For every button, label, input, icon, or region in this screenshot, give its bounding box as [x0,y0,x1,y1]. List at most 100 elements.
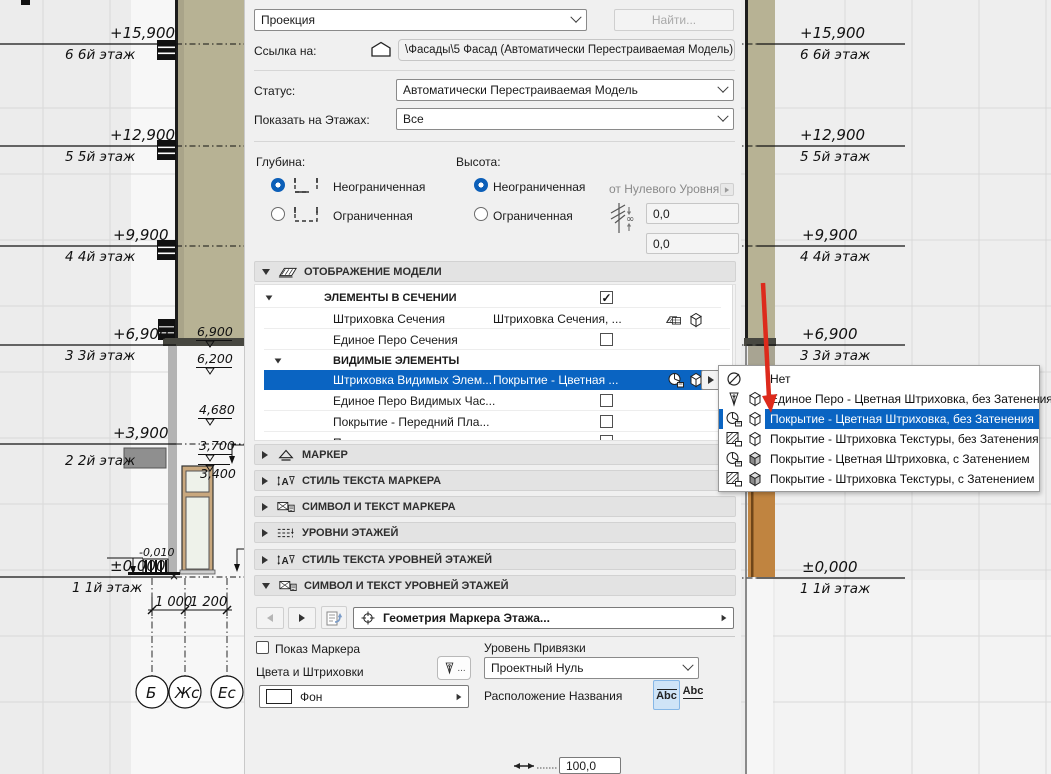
cube-outline-icon [746,390,764,408]
flyout-arrow-icon [724,186,730,193]
svg-text:+12,900: +12,900 [110,126,175,144]
cube-shaded-icon [746,450,764,468]
anchor-level-combo[interactable]: Проектный Нуль [484,657,699,679]
svg-text:5 5й этаж: 5 5й этаж [65,149,136,165]
background-fill-combo[interactable]: Фон [259,685,469,708]
cut-elements-header[interactable]: ЭЛЕМЕНТЫ В СЕЧЕНИИ [255,288,721,308]
collapsed-arrow-icon [262,476,268,485]
svg-text:+9,900: +9,900 [802,226,858,244]
svg-text:1 1й этаж: 1 1й этаж [800,581,871,597]
offset-bottom-field[interactable]: 0,0 [646,233,739,254]
depth-limited-label: Ограниченная [333,209,413,223]
status-value: Автоматически Перестраиваемая Модель [403,83,638,97]
section-marker-symbol-text[interactable]: СИМВОЛ И ТЕКСТ МАРКЕРА [254,496,736,517]
link-value-field[interactable]: \Фасады\5 Фасад (Автоматически Перестраи… [398,39,735,61]
svg-text:+6,900: +6,900 [802,325,858,343]
status-combo[interactable]: Автоматически Перестраиваемая Модель [396,79,734,101]
prev-page-button[interactable] [256,607,284,629]
marker-geometry-combo[interactable]: Геометрия Маркера Этажа... [353,607,734,629]
menu-item-none[interactable]: Нет [719,369,1039,389]
name-below-line-button[interactable]: Abc [653,680,680,710]
visible-uniform-pen-row[interactable]: Единое Перо Видимых Час... [264,391,730,411]
visible-uniform-pen-checkbox[interactable] [600,394,613,407]
expanded-arrow-icon [262,582,270,589]
transparency-checkbox[interactable] [600,435,613,440]
svg-text:3 3й этаж: 3 3й этаж [800,348,871,364]
section-marker[interactable]: МАРКЕР [254,444,736,465]
popup-arrow-icon [707,376,714,384]
cube-outline-icon [746,430,764,448]
chevron-down-icon [717,81,729,93]
marker-size-field[interactable]: 100,0 [559,757,621,774]
name-above-line-button[interactable]: Abc [680,679,706,707]
chevron-down-icon [717,110,729,122]
from-zero-flyout-button[interactable] [720,183,734,196]
svg-text:1 200: 1 200 [190,595,227,610]
show-on-stories-combo[interactable]: Все [396,108,734,130]
visible-elements-header[interactable]: ВИДИМЫЕ ЭЛЕМЕНТЫ [264,351,730,371]
section-marker-text-style[interactable]: СТИЛЬ ТЕКСТА МАРКЕРА [254,470,736,491]
svg-text:±0,000: ±0,000 [110,557,166,575]
building-icon [369,40,393,58]
svg-text:6,900: 6,900 [197,324,233,339]
depth-unlimited-radio[interactable] [271,178,285,192]
menu-item-surface-color-no-shadow[interactable]: Покрытие - Цветная Штриховка, без Затене… [719,409,1039,429]
transfer-settings-button[interactable] [321,606,347,629]
pen-icon [442,660,457,676]
depth-limited-radio[interactable] [271,207,285,221]
transparency-row[interactable]: Прозрачность [264,433,730,440]
model-display-icon [278,264,298,280]
svg-text:+12,900: +12,900 [800,126,865,144]
height-unlimited-radio[interactable] [474,178,488,192]
find-button[interactable]: Найти... [614,9,734,31]
menu-item-surface-texture-shadow[interactable]: Покрытие - Штриховка Текстуры, с Затенен… [719,469,1039,489]
offset-top-field[interactable]: 0,0 [646,203,739,224]
axis-bubble: Б [146,684,156,702]
depth-unlimited-label: Неограниченная [333,180,426,194]
background-fill-value: Фон [300,689,323,704]
visible-fill-row-selected[interactable]: Штриховка Видимых Элем... Покрытие - Цве… [264,370,710,390]
svg-text:6 6й этаж: 6 6й этаж [65,47,136,63]
chevron-down-icon [570,11,582,23]
svg-text:3,400: 3,400 [200,466,236,481]
view-type-combo[interactable]: Проекция [254,9,587,31]
cut-uniform-pen-row[interactable]: Единое Перо Сечения [264,330,730,350]
show-marker-checkbox[interactable] [256,641,269,654]
menu-item-surface-texture-no-shadow[interactable]: Покрытие - Штриховка Текстуры, без Затен… [719,429,1039,449]
section-story-text-style[interactable]: СТИЛЬ ТЕКСТА УРОВНЕЙ ЭТАЖЕЙ [254,549,736,570]
menu-item-surface-color-shadow[interactable]: Покрытие - Цветная Штриховка, с Затенени… [719,449,1039,469]
pie-brush-icon [723,409,745,429]
svg-text:2 2й этаж: 2 2й этаж [65,453,136,469]
height-limited-radio[interactable] [474,207,488,221]
height-label: Высота: [456,155,501,169]
height-limited-label: Ограниченная [493,209,573,223]
menu-item-uniform-pen[interactable]: Единое Перо - Цветная Штриховка, без Зат… [719,389,1051,409]
cut-elements-checkbox[interactable]: ✓ [600,291,613,304]
cut-uniform-pen-checkbox[interactable] [600,333,613,346]
text-style-icon [276,552,296,568]
svg-text:+6,900: +6,900 [113,325,169,343]
crosshair-icon [360,610,376,626]
section-model-display[interactable]: ОТОБРАЖЕНИЕ МОДЕЛИ [254,261,736,282]
pie-brush-icon [667,371,685,389]
svg-text:×: × [169,569,179,583]
next-page-button[interactable] [288,607,316,629]
foreground-surface-checkbox[interactable] [600,415,613,428]
forward-arrow-icon [299,614,305,622]
link-label: Ссылка на: [254,44,317,58]
cut-fill-row[interactable]: Штриховка Сечения Штриховка Сечения, ... [264,309,730,329]
section-story-levels[interactable]: УРОВНИ ЭТАЖЕЙ [254,522,736,543]
name-position-label: Расположение Названия [484,689,623,703]
expanded-arrow-icon [265,294,273,301]
foreground-surface-row[interactable]: Покрытие - Передний Пла... [264,412,730,432]
show-on-stories-label: Показать на Этажах: [254,113,370,127]
pie-brush-icon [724,450,744,468]
line-glyph [683,698,703,700]
pen-color-button[interactable]: ... [437,656,471,680]
axis-bubble: Жс [174,684,200,702]
anchor-level-label: Уровень Привязки [484,641,586,655]
popup-arrow-icon [456,693,462,700]
section-story-symbol-text[interactable]: СИМВОЛ И ТЕКСТ УРОВНЕЙ ЭТАЖЕЙ [254,575,736,596]
depth-limited-icon [294,207,318,222]
texture-brush-icon [724,430,744,448]
